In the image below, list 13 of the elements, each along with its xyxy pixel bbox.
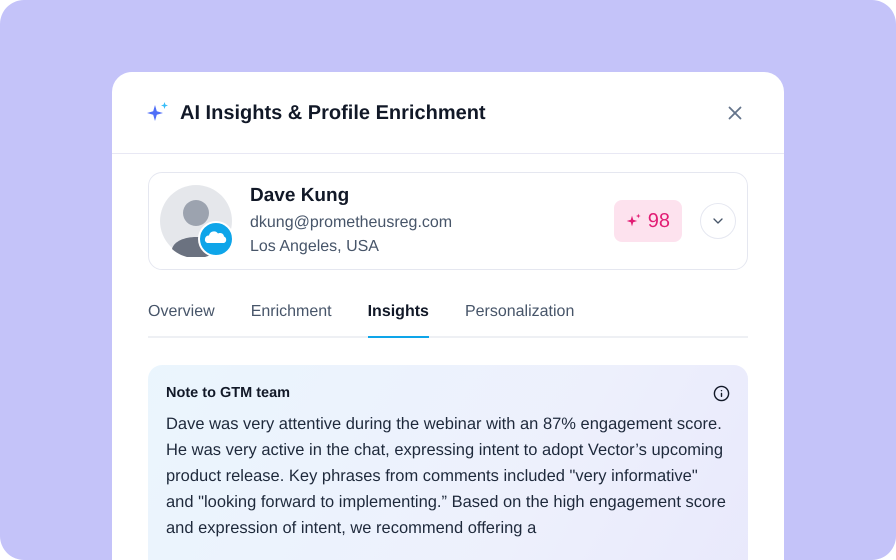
info-icon [713, 385, 730, 402]
tab[interactable]: Overview [148, 300, 215, 338]
tab[interactable]: Insights [368, 300, 429, 338]
note-text: Dave was very attentive during the webinar with an 87% engagement score. He was very active in the chat, expressing intent to adopt Vector’s upcoming product release. Key phrases from comments included "very informative" and "looking forward to implementing.” Based on the high engagement score and expression of intent, we recommend offering a [166, 414, 727, 539]
cloud-logo-icon [198, 221, 234, 257]
dialog-title: AI Insights & Profile Enrichment [180, 100, 486, 126]
profile-location: Los Angeles, USA [250, 237, 380, 257]
note-title: Note to GTM team [166, 384, 290, 403]
tab[interactable]: Personalization [464, 300, 574, 338]
profile-email: dkung@prometheusreg.com [250, 213, 452, 233]
tab[interactable]: Enrichment [250, 300, 332, 338]
score-value: 98 [648, 209, 670, 234]
profile-name: Dave Kung [250, 184, 350, 208]
